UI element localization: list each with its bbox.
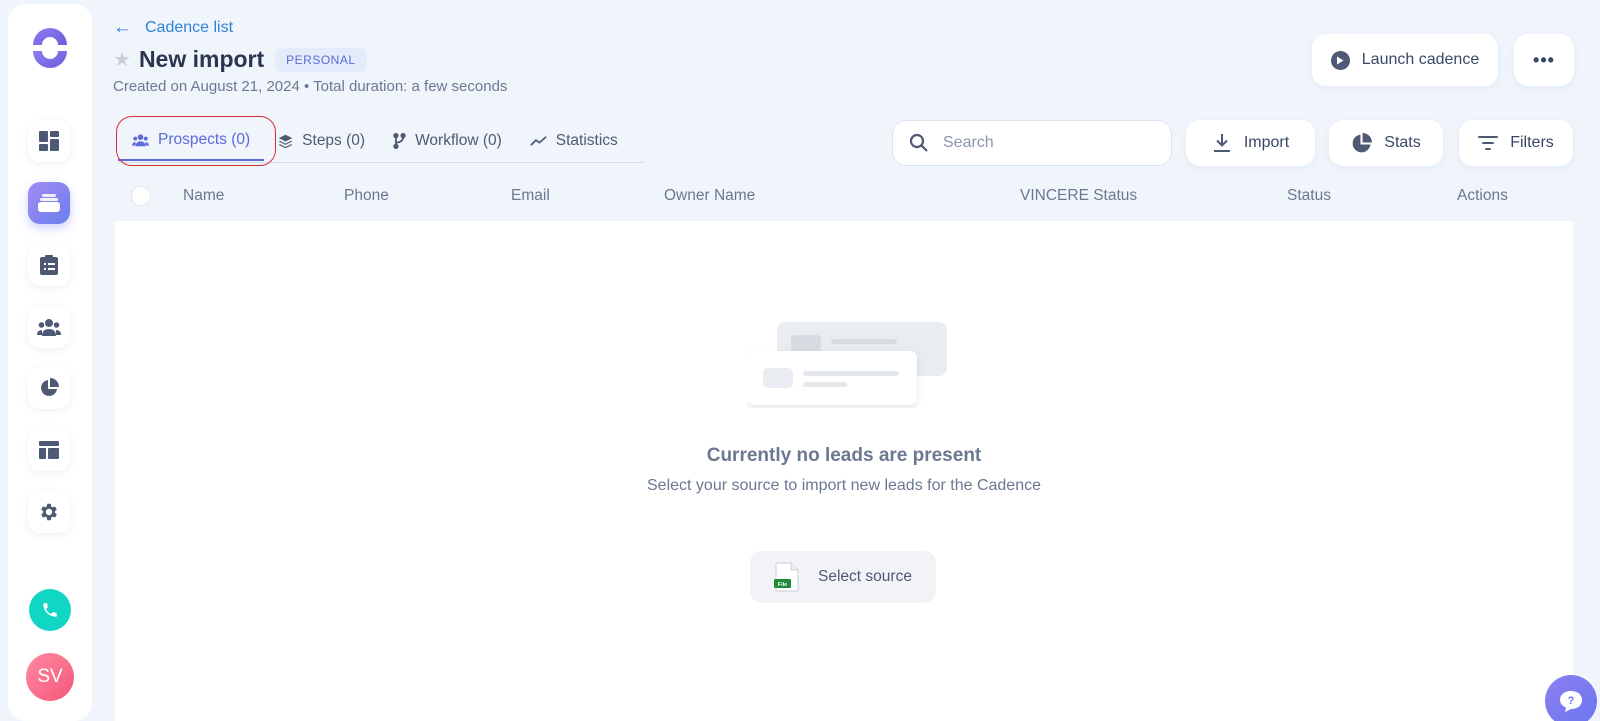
tab-steps-label: Steps (0): [302, 132, 366, 149]
pie-chart-icon: [41, 378, 59, 396]
avatar[interactable]: SV: [26, 653, 74, 701]
workflow-branch-icon: [393, 133, 406, 149]
select-all-checkbox[interactable]: [131, 186, 151, 206]
sidebar: SV: [8, 4, 92, 721]
stats-button[interactable]: Stats: [1329, 120, 1443, 166]
phone-icon: [43, 603, 57, 617]
svg-text:?: ?: [1568, 695, 1575, 707]
column-owner-name[interactable]: Owner Name: [664, 187, 755, 205]
column-email[interactable]: Email: [511, 187, 550, 205]
tab-prospects-label: Prospects (0): [158, 131, 251, 148]
select-source-label: Select source: [818, 568, 912, 585]
star-icon[interactable]: ★: [113, 47, 131, 72]
column-status[interactable]: Status: [1287, 187, 1331, 205]
column-name[interactable]: Name: [183, 187, 224, 205]
back-link-label: Cadence list: [145, 19, 234, 36]
created-info: Created on August 21, 2024 • Total durat…: [113, 78, 508, 95]
play-icon: [1330, 50, 1350, 70]
empty-state-title: Currently no leads are present: [706, 445, 982, 466]
search-icon: [909, 133, 928, 152]
column-phone[interactable]: Phone: [344, 187, 389, 205]
people-icon: [132, 133, 149, 147]
logo-icon[interactable]: [29, 27, 71, 69]
column-vincere-status[interactable]: VINCERE Status: [1020, 187, 1137, 205]
column-actions[interactable]: Actions: [1457, 187, 1508, 205]
layout-template-icon: [39, 441, 59, 459]
import-label: Import: [1243, 134, 1290, 151]
cadence-stack-icon: [38, 194, 60, 212]
search-input[interactable]: [943, 134, 1143, 152]
filters-button[interactable]: Filters: [1459, 120, 1573, 166]
arrow-left-icon: ←: [113, 17, 132, 38]
empty-state-subtitle: Select your source to import new leads f…: [647, 477, 1041, 494]
back-link[interactable]: ← Cadence list: [113, 17, 233, 39]
filter-lines-icon: [1478, 135, 1499, 151]
people-icon: [37, 319, 61, 336]
download-icon: [1212, 133, 1232, 153]
tab-workflow[interactable]: Workflow (0): [379, 121, 516, 161]
call-button[interactable]: [29, 589, 71, 631]
personal-badge: PERSONAL: [275, 47, 367, 72]
import-button[interactable]: Import: [1186, 120, 1315, 166]
nav-dashboard[interactable]: [28, 120, 70, 162]
tab-workflow-label: Workflow (0): [415, 132, 502, 149]
file-icon: File: [774, 562, 800, 592]
empty-leads-illustration: [747, 322, 947, 405]
layers-icon: [278, 134, 293, 149]
launch-cadence-label: Launch cadence: [1361, 51, 1480, 68]
select-source-button[interactable]: File Select source: [750, 551, 936, 603]
nav-templates[interactable]: [28, 429, 70, 471]
tab-steps[interactable]: Steps (0): [264, 121, 379, 161]
title-row: ★ New import PERSONAL: [113, 46, 367, 73]
tasks-clipboard-icon: [40, 255, 58, 275]
pie-chart-icon: [1351, 132, 1373, 154]
file-icon-label: File: [778, 582, 787, 588]
nav-tasks[interactable]: [28, 244, 70, 286]
nav-settings[interactable]: [28, 491, 70, 533]
filters-label: Filters: [1510, 134, 1554, 151]
dashboard-icon: [39, 131, 59, 151]
stats-label: Stats: [1384, 134, 1421, 151]
page-title: New import: [138, 46, 265, 72]
more-options-button[interactable]: •••: [1514, 34, 1574, 86]
nav-cadence[interactable]: [28, 182, 70, 224]
tab-statistics-label: Statistics: [555, 132, 618, 149]
table-body: Currently no leads are present Select yo…: [115, 221, 1573, 721]
help-chat-icon: ?: [1560, 691, 1582, 712]
nav-people[interactable]: [28, 306, 70, 348]
more-dots-icon: •••: [1533, 49, 1555, 70]
support-chat-button[interactable]: ?: [1545, 675, 1597, 721]
tab-statistics[interactable]: Statistics: [516, 121, 632, 161]
trend-line-icon: [530, 135, 547, 147]
nav-reports[interactable]: [28, 367, 70, 409]
launch-cadence-button[interactable]: Launch cadence: [1312, 34, 1498, 86]
tab-prospects[interactable]: Prospects (0): [118, 121, 265, 161]
table-header: Name Phone Email Owner Name VINCERE Stat…: [115, 178, 1573, 214]
tab-bar: Prospects (0) Steps (0) Workflow (0) Sta…: [118, 121, 644, 163]
gear-icon: [41, 503, 57, 521]
search-box[interactable]: [892, 120, 1172, 166]
